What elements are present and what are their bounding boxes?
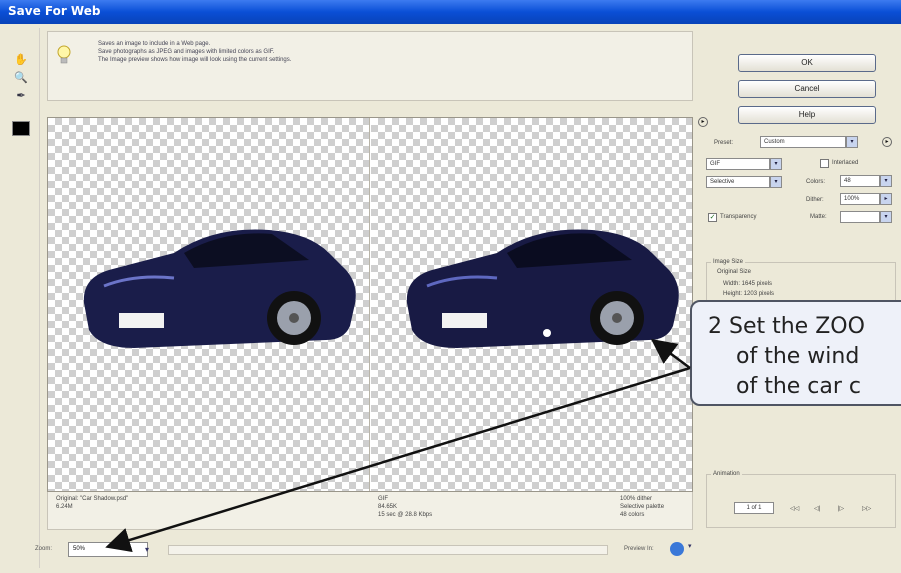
preview-area (47, 117, 693, 492)
chevron-down-icon[interactable]: ▾ (846, 136, 858, 148)
zoom-icon[interactable]: 🔍 (12, 70, 30, 86)
colors-label: Colors: (806, 179, 826, 185)
horizontal-scrollbar[interactable] (168, 545, 608, 555)
color-swatch[interactable] (12, 121, 30, 136)
window-title: Save For Web (8, 4, 101, 18)
original-size-label: Original Size (717, 269, 752, 275)
last-frame-icon[interactable]: ▷▷ (862, 505, 871, 512)
zoom-row: Zoom: 50% ▾ Preview In: ▾ (30, 540, 710, 562)
car-image-optimized (406, 229, 679, 348)
original-pane[interactable] (48, 118, 370, 491)
colors-field[interactable]: 48 (840, 175, 880, 187)
eyedropper-icon[interactable]: ✒ (12, 88, 30, 104)
callout-line: of the wind (736, 344, 860, 369)
height-value: Height: 1203 pixels (723, 291, 775, 297)
preset-label: Preset: (714, 140, 734, 146)
chevron-down-icon[interactable]: ▾ (688, 542, 698, 556)
zoom-field[interactable]: 50% (68, 542, 148, 557)
hand-icon[interactable]: ✋ (12, 52, 30, 68)
interlaced-label: Interlaced (832, 160, 859, 166)
info-line: Save photographs as JPEG and images with… (98, 49, 275, 55)
cancel-button[interactable]: Cancel (738, 80, 876, 98)
frame-counter[interactable]: 1 of 1 (734, 502, 774, 514)
chevron-down-icon[interactable]: ▾ (770, 176, 782, 188)
expand-icon[interactable]: ▸ (698, 117, 708, 127)
chevron-down-icon[interactable]: ▾ (880, 211, 892, 223)
info-box: Saves an image to include in a Web page.… (47, 31, 693, 101)
format-select[interactable]: GIF (706, 158, 770, 170)
image-size-heading: Image Size (711, 259, 746, 265)
tool-strip: ✋ 🔍 ✒ (4, 28, 40, 568)
help-button[interactable]: Help (738, 106, 876, 124)
palette-info: Selective palette (620, 504, 665, 510)
settings-menu-icon[interactable]: ▸ (882, 137, 892, 147)
info-line: The Image preview shows how image will l… (98, 57, 292, 63)
optimized-size: 84.65K (378, 504, 398, 510)
chevron-down-icon[interactable]: ▾ (880, 175, 892, 187)
next-frame-icon[interactable]: |▷ (838, 505, 844, 512)
optimized-pane[interactable] (371, 118, 692, 491)
colors-info: 48 colors (620, 512, 645, 518)
callout-line: of the car c (736, 374, 862, 399)
original-title: Original: "Car Shadow.psd" (56, 496, 129, 502)
width-value: Width: 1645 pixels (723, 281, 773, 287)
dither-field[interactable]: 100% (840, 193, 880, 205)
transparency-checkbox[interactable]: ✓ (708, 213, 717, 222)
browser-icon[interactable] (670, 542, 684, 556)
preset-select[interactable]: Custom (760, 136, 846, 148)
instruction-callout: 2 Set the ZOO of the wind of the car c (690, 300, 901, 406)
ok-button[interactable]: OK (738, 54, 876, 72)
previous-frame-icon[interactable]: ◁| (814, 505, 820, 512)
matte-field[interactable] (840, 211, 880, 223)
callout-line: 2 Set the ZOO (708, 314, 865, 339)
transparency-label: Transparency (720, 214, 757, 220)
animation-heading: Animation (711, 471, 742, 477)
download-time: 15 sec @ 28.8 Kbps (378, 512, 433, 518)
chevron-down-icon[interactable]: ▾ (770, 158, 782, 170)
chevron-right-icon[interactable]: ▸ (880, 193, 892, 205)
dither-label: Dither: (806, 197, 824, 203)
chevron-down-icon[interactable]: ▾ (140, 542, 154, 557)
optimized-format: GIF (378, 496, 388, 502)
preview-in-label: Preview In: (624, 546, 654, 552)
lightbulb-icon (57, 45, 71, 64)
first-frame-icon[interactable]: ◁◁ (790, 505, 799, 512)
status-row: Original: "Car Shadow.psd" 6.24M GIF 84.… (47, 492, 693, 530)
dither-info: 100% dither (620, 496, 653, 502)
info-line: Saves an image to include in a Web page. (98, 41, 211, 47)
reduction-select[interactable]: Selective (706, 176, 770, 188)
original-size: 6.24M (56, 504, 73, 510)
animation-group: Animation (706, 471, 896, 528)
zoom-label: Zoom: (35, 546, 53, 552)
interlaced-checkbox[interactable] (820, 159, 829, 168)
matte-label: Matte: (810, 214, 827, 220)
title-bar: Save For Web (0, 0, 901, 24)
car-image-original (83, 229, 356, 348)
